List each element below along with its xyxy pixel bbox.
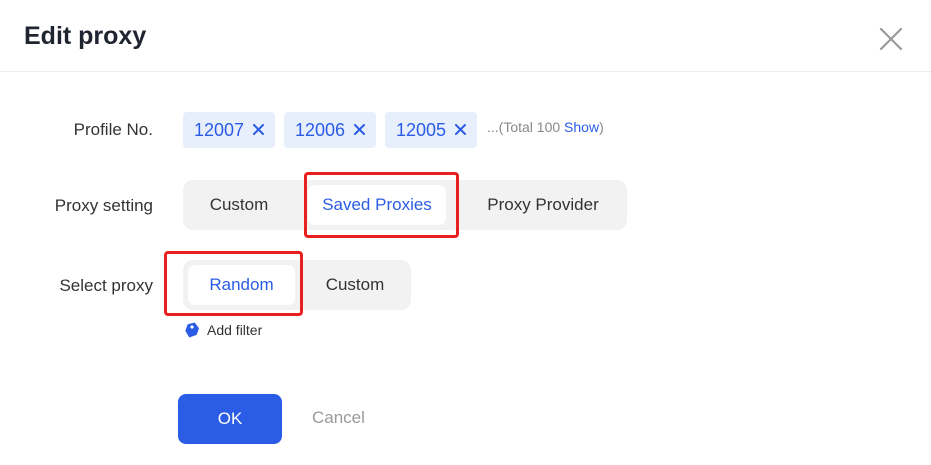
select-proxy-label: Select proxy [59, 276, 153, 295]
proxy-setting-segmented: Custom Saved Proxies Proxy Provider [183, 180, 627, 230]
profile-tag: 12007 [183, 112, 275, 148]
profile-tag-label: 12007 [194, 119, 245, 140]
close-icon[interactable] [454, 123, 467, 136]
show-link[interactable]: Show [564, 119, 599, 135]
select-proxy-segmented: Random Custom [183, 260, 411, 310]
profile-tag-label: 12006 [295, 119, 346, 140]
profile-tag: 12005 [385, 112, 477, 148]
close-icon[interactable] [878, 26, 904, 52]
profile-total-prefix: ...(Total 100 [487, 119, 565, 135]
dialog-header: Edit proxy [0, 0, 931, 72]
profile-total: ...(Total 100 Show) [487, 119, 604, 135]
select-proxy-option-random[interactable]: Random [188, 265, 295, 305]
add-filter-button[interactable]: Add filter [184, 320, 262, 340]
profile-tag-label: 12005 [396, 119, 447, 140]
profile-tag: 12006 [284, 112, 376, 148]
select-proxy-option-custom[interactable]: Custom [303, 265, 407, 305]
proxy-setting-option-custom[interactable]: Custom [188, 185, 290, 225]
dialog-title: Edit proxy [24, 22, 147, 50]
proxy-setting-option-saved-proxies[interactable]: Saved Proxies [308, 185, 446, 225]
tag-icon [185, 322, 200, 338]
ok-button[interactable]: OK [178, 394, 282, 444]
edit-proxy-dialog: Edit proxy Profile No. 12007 12006 12005… [0, 0, 931, 465]
add-filter-label: Add filter [207, 322, 263, 338]
cancel-button[interactable]: Cancel [312, 408, 365, 428]
proxy-setting-option-proxy-provider[interactable]: Proxy Provider [463, 185, 623, 225]
profile-no-label: Profile No. [73, 120, 153, 139]
close-icon[interactable] [252, 123, 265, 136]
close-icon[interactable] [353, 123, 366, 136]
proxy-setting-label: Proxy setting [54, 196, 153, 215]
profile-total-suffix: ) [599, 119, 604, 135]
